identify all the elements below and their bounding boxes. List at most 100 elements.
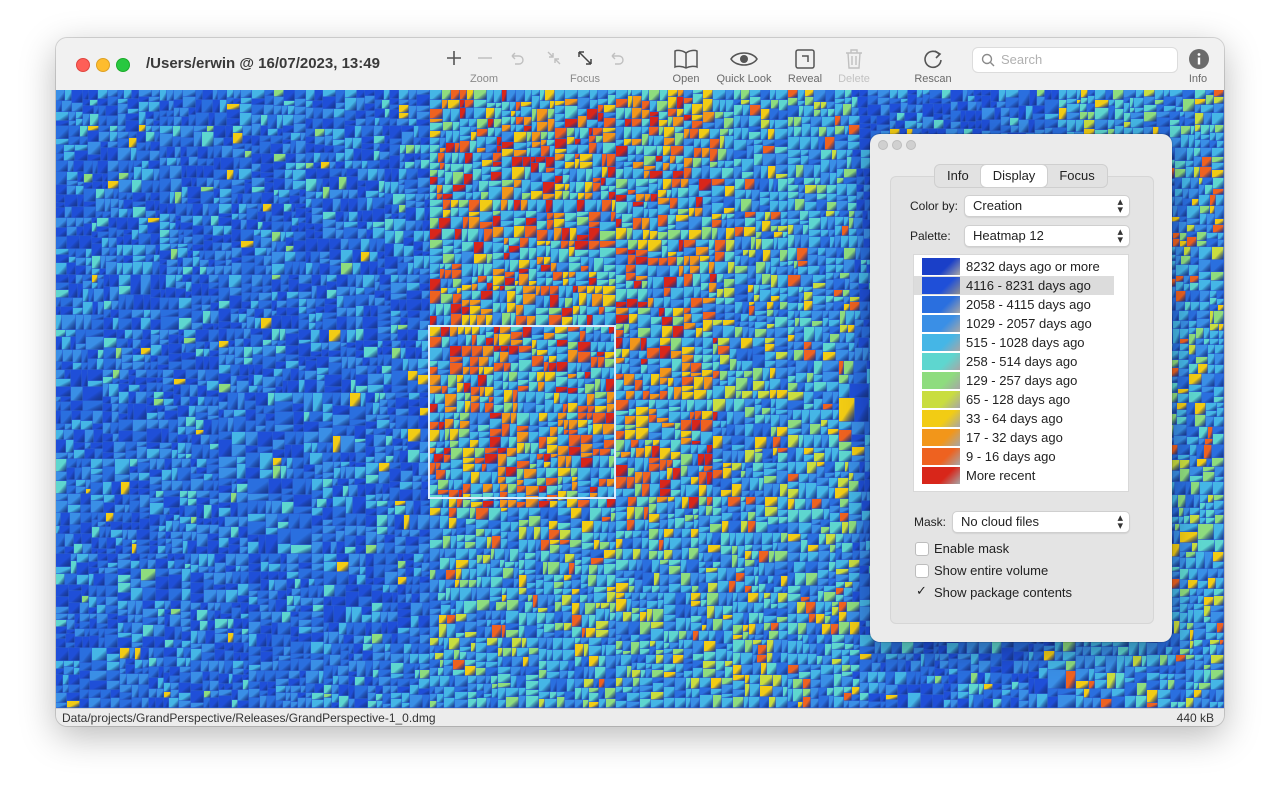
treemap-file-tile[interactable] <box>64 661 74 667</box>
treemap-file-tile[interactable] <box>391 317 401 325</box>
treemap-file-tile[interactable] <box>575 688 582 700</box>
treemap-file-tile[interactable] <box>639 351 647 359</box>
treemap-file-tile[interactable] <box>94 106 99 114</box>
treemap-file-tile[interactable] <box>459 200 469 208</box>
treemap-file-tile[interactable] <box>118 126 126 132</box>
treemap-file-tile[interactable] <box>376 694 383 701</box>
treemap-file-tile[interactable] <box>366 191 379 198</box>
treemap-file-tile[interactable] <box>323 199 333 212</box>
treemap-file-tile[interactable] <box>545 400 554 413</box>
treemap-file-tile[interactable] <box>721 421 727 428</box>
treemap-file-tile[interactable] <box>596 603 601 609</box>
treemap-file-tile[interactable] <box>477 129 488 137</box>
treemap-file-tile[interactable] <box>441 131 446 138</box>
treemap-file-tile[interactable] <box>587 394 595 406</box>
treemap-file-tile[interactable] <box>213 100 220 113</box>
treemap-file-tile[interactable] <box>509 238 520 246</box>
treemap-file-tile[interactable] <box>734 412 745 425</box>
treemap-file-tile[interactable] <box>182 117 189 126</box>
treemap-file-tile[interactable] <box>81 494 91 505</box>
treemap-file-tile[interactable] <box>235 339 244 347</box>
treemap-file-tile[interactable] <box>378 355 384 366</box>
treemap-file-tile[interactable] <box>327 443 333 453</box>
treemap-file-tile[interactable] <box>202 284 209 296</box>
treemap-file-tile[interactable] <box>69 591 82 603</box>
treemap-file-tile[interactable] <box>350 287 356 296</box>
treemap-file-tile[interactable] <box>346 592 359 607</box>
treemap-file-tile[interactable] <box>219 288 230 301</box>
treemap-file-tile[interactable] <box>349 212 358 222</box>
treemap-file-tile[interactable] <box>286 154 296 163</box>
treemap-file-tile[interactable] <box>448 375 457 388</box>
treemap-file-tile[interactable] <box>276 600 287 612</box>
treemap-file-tile[interactable] <box>160 238 170 244</box>
treemap-file-tile[interactable] <box>544 362 549 372</box>
treemap-file-tile[interactable] <box>627 477 635 489</box>
treemap-file-tile[interactable] <box>667 190 672 198</box>
treemap-file-tile[interactable] <box>249 386 258 393</box>
treemap-file-tile[interactable] <box>582 550 591 557</box>
treemap-file-tile[interactable] <box>571 468 578 477</box>
treemap-file-tile[interactable] <box>346 607 352 623</box>
treemap-file-tile[interactable] <box>370 239 377 252</box>
treemap-file-tile[interactable] <box>764 463 777 469</box>
treemap-file-tile[interactable] <box>192 323 203 330</box>
treemap-file-tile[interactable] <box>519 274 529 286</box>
treemap-file-tile[interactable] <box>186 427 196 435</box>
treemap-file-tile[interactable] <box>477 698 487 708</box>
treemap-file-tile[interactable] <box>536 551 541 562</box>
treemap-file-tile[interactable] <box>131 579 141 588</box>
treemap-file-tile[interactable] <box>249 634 257 647</box>
treemap-file-tile[interactable] <box>493 243 504 253</box>
treemap-file-tile[interactable] <box>501 346 509 352</box>
treemap-file-tile[interactable] <box>755 399 762 405</box>
treemap-file-tile[interactable] <box>616 140 624 146</box>
treemap-file-tile[interactable] <box>475 448 485 458</box>
treemap-file-tile[interactable] <box>557 263 569 272</box>
treemap-file-tile[interactable] <box>234 158 240 169</box>
treemap-file-tile[interactable] <box>91 501 104 513</box>
treemap-file-tile[interactable] <box>149 667 159 678</box>
treemap-file-tile[interactable] <box>337 308 347 317</box>
treemap-file-tile[interactable] <box>537 122 548 132</box>
treemap-file-tile[interactable] <box>227 119 240 126</box>
treemap-file-tile[interactable] <box>339 635 344 644</box>
treemap-file-tile[interactable] <box>568 374 577 379</box>
treemap-file-tile[interactable] <box>198 397 205 406</box>
treemap-file-tile[interactable] <box>562 308 573 317</box>
treemap-file-tile[interactable] <box>701 291 709 298</box>
treemap-file-tile[interactable] <box>491 549 495 560</box>
treemap-file-tile[interactable] <box>289 275 299 280</box>
treemap-file-tile[interactable] <box>470 508 476 519</box>
treemap-file-tile[interactable] <box>370 358 378 366</box>
treemap-file-tile[interactable] <box>449 498 457 508</box>
treemap-file-tile[interactable] <box>175 627 182 640</box>
treemap-file-tile[interactable] <box>616 90 628 99</box>
treemap-file-tile[interactable] <box>181 126 194 138</box>
treemap-file-tile[interactable] <box>160 449 172 459</box>
treemap-file-tile[interactable] <box>589 667 595 679</box>
treemap-file-tile[interactable] <box>498 683 511 688</box>
treemap-file-tile[interactable] <box>200 251 205 260</box>
treemap-file-tile[interactable] <box>546 613 555 624</box>
treemap-file-tile[interactable] <box>525 553 536 560</box>
treemap-file-tile[interactable] <box>764 469 777 476</box>
treemap-file-tile[interactable] <box>430 326 441 337</box>
treemap-file-tile[interactable] <box>454 420 460 429</box>
treemap-file-tile[interactable] <box>214 481 219 491</box>
treemap-file-tile[interactable] <box>375 291 385 298</box>
treemap-file-tile[interactable] <box>694 148 702 158</box>
treemap-file-tile[interactable] <box>119 275 131 286</box>
treemap-file-tile[interactable] <box>671 351 682 359</box>
treemap-file-tile[interactable] <box>227 98 234 104</box>
treemap-file-tile[interactable] <box>610 603 616 613</box>
treemap-file-tile[interactable] <box>599 699 606 708</box>
treemap-file-tile[interactable] <box>385 109 390 118</box>
treemap-file-tile[interactable] <box>140 385 147 392</box>
treemap-file-tile[interactable] <box>263 357 276 369</box>
treemap-file-tile[interactable] <box>441 294 453 304</box>
treemap-file-tile[interactable] <box>524 305 536 316</box>
treemap-file-tile[interactable] <box>602 522 609 533</box>
treemap-file-tile[interactable] <box>147 383 157 392</box>
treemap-file-tile[interactable] <box>304 432 319 443</box>
